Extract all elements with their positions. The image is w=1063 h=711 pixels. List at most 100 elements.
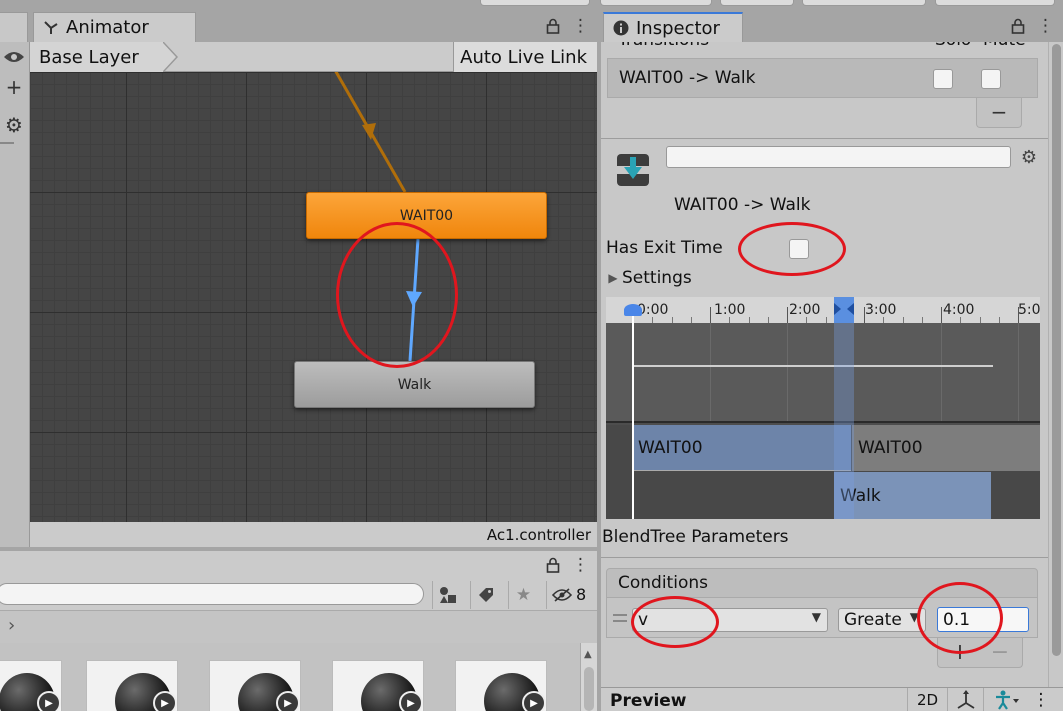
remove-condition-button[interactable]: −	[980, 638, 1020, 666]
timeline-ruler[interactable]: 0:00 1:00 2:00 3:00 4:00 5:00	[606, 297, 1040, 323]
tab-hidden[interactable]: e	[0, 12, 28, 42]
project-scrollbar[interactable]: ▲	[580, 643, 597, 711]
add-condition-button[interactable]: +	[940, 638, 980, 666]
conditions-footer: + −	[937, 638, 1023, 668]
settings-label: Settings	[622, 268, 692, 288]
has-exit-time-label: Has Exit Time	[606, 238, 723, 258]
add-icon[interactable]: +	[0, 74, 28, 100]
tick-mark	[710, 307, 711, 323]
solo-column-label: Solo	[935, 42, 971, 50]
play-icon[interactable]: ▶	[153, 691, 177, 711]
timeline-playhead[interactable]	[632, 307, 634, 519]
condition-threshold-value: 0.1	[943, 609, 971, 630]
blendtree-parameters-label: BlendTree Parameters	[602, 527, 789, 547]
toolbar-button[interactable]	[480, 0, 590, 6]
lock-icon[interactable]	[546, 16, 560, 36]
star-icon[interactable]: ★	[508, 581, 538, 609]
toolbar-button[interactable]	[802, 0, 926, 6]
play-icon[interactable]: ▶	[522, 691, 546, 711]
project-toolbar: ★ 8	[0, 581, 597, 611]
settings-foldout[interactable]: ▶ Settings	[606, 268, 692, 288]
animator-breadcrumb-bar: Base Layer Auto Live Link	[30, 42, 597, 72]
toolbar-button[interactable]	[600, 0, 712, 6]
source-clip-loop-bar: WAIT00	[852, 425, 1040, 471]
transition-overlap-band	[834, 323, 854, 519]
toolbar-button[interactable]	[720, 0, 794, 6]
condition-mode-dropdown[interactable]: Greate ▼	[838, 608, 926, 632]
playhead-handle[interactable]	[624, 304, 642, 316]
eye-slash-icon[interactable]	[546, 581, 576, 609]
transition-name-input[interactable]	[666, 146, 1011, 168]
inspector-panel: Transitions Solo Mute WAIT00 -> Walk − ⚙…	[601, 42, 1063, 711]
transition-list-row[interactable]: WAIT00 -> Walk	[607, 58, 1038, 98]
drag-handle-icon[interactable]	[613, 614, 627, 622]
tick-mark	[941, 307, 942, 323]
breadcrumb-base-layer[interactable]: Base Layer	[30, 42, 164, 72]
remove-transition-button[interactable]: −	[977, 98, 1021, 126]
tag-icon[interactable]	[470, 581, 500, 609]
pivot-icon[interactable]	[947, 688, 983, 711]
state-node-walk[interactable]: Walk	[294, 361, 535, 408]
grid-line	[941, 323, 942, 421]
tab-inspector[interactable]: Inspector	[603, 12, 743, 42]
project-scroll-thumb[interactable]	[584, 667, 594, 711]
state-node-wait[interactable]: WAIT00	[306, 192, 547, 239]
gear-icon[interactable]: ⚙	[0, 112, 28, 138]
project-header: ⋮	[0, 551, 597, 581]
asset-tile[interactable]: ▶	[455, 660, 547, 711]
conditions-header: Conditions	[606, 568, 1038, 598]
gear-icon[interactable]: ⚙	[1019, 146, 1039, 168]
transition-lines	[334, 72, 422, 362]
condition-threshold-input[interactable]: 0.1	[937, 607, 1029, 632]
inspector-window-controls: ⋮	[1011, 16, 1054, 36]
asset-tile[interactable]: ▶	[332, 660, 424, 711]
kebab-menu-icon[interactable]: ⋮	[572, 16, 589, 36]
avatar-icon[interactable]	[983, 688, 1029, 711]
kebab-menu-icon[interactable]: ⋮	[1031, 688, 1051, 711]
play-icon[interactable]: ▶	[37, 691, 61, 711]
chevron-right-icon[interactable]: ›	[8, 615, 15, 636]
animator-tab-bar: e Animator ⋮	[0, 12, 597, 42]
solo-checkbox[interactable]	[933, 69, 953, 89]
eye-icon[interactable]	[0, 44, 28, 70]
asset-tile[interactable]: ▶	[86, 660, 178, 711]
grid-line	[710, 323, 711, 421]
condition-parameter-dropdown[interactable]: v ▼	[632, 608, 828, 632]
destination-clip-bar[interactable]: Walk	[834, 472, 991, 519]
transition-asset-icon	[615, 152, 651, 188]
asset-tile[interactable]: ▶	[0, 660, 62, 711]
dropdown-arrow-icon: ▼	[811, 610, 821, 624]
preview-bar[interactable]: Preview 2D ⋮	[601, 687, 1063, 711]
source-clip-bar[interactable]: WAIT00	[633, 425, 851, 471]
toolbar-button[interactable]	[935, 0, 1055, 6]
tick-label: 1:00	[714, 302, 746, 318]
transition-timeline[interactable]: 0:00 1:00 2:00 3:00 4:00 5:00 WAIT00 WAI…	[606, 297, 1040, 519]
kebab-menu-icon[interactable]: ⋮	[572, 555, 589, 575]
project-search-input[interactable]	[0, 583, 424, 605]
play-icon[interactable]: ▶	[399, 691, 423, 711]
blend-curve-line	[633, 365, 993, 367]
scroll-up-icon[interactable]: ▲	[584, 649, 592, 660]
asset-tile[interactable]: ▶	[209, 660, 301, 711]
project-window-controls: ⋮	[546, 555, 589, 575]
cube-shapes-icon[interactable]	[432, 581, 462, 609]
auto-live-link-button[interactable]: Auto Live Link	[453, 42, 597, 72]
transition-range-marker[interactable]	[834, 297, 854, 323]
project-asset-grid: ▶ ▶ ▶ ▶ ▶	[0, 643, 580, 711]
inspector-scroll-thumb[interactable]	[1052, 44, 1061, 656]
timeline-clips-area: WAIT00 WAIT00 Walk	[606, 425, 1040, 519]
breadcrumb-label: Base Layer	[39, 46, 139, 68]
mute-checkbox[interactable]	[981, 69, 1001, 89]
transition-title: WAIT00 -> Walk	[674, 195, 811, 215]
play-icon[interactable]: ▶	[276, 691, 300, 711]
preview-2d-button[interactable]: 2D	[907, 688, 947, 711]
inspector-scrollbar[interactable]	[1048, 42, 1063, 687]
condition-mode-value: Greate	[844, 610, 902, 630]
animator-graph-canvas[interactable]: WAIT00 Walk	[30, 72, 597, 522]
kebab-menu-icon[interactable]: ⋮	[1037, 16, 1054, 36]
lock-icon[interactable]	[546, 555, 560, 575]
has-exit-time-checkbox[interactable]	[789, 239, 809, 259]
tab-animator[interactable]: Animator	[33, 12, 196, 42]
lock-icon[interactable]	[1011, 16, 1025, 36]
animator-left-rail: + ⚙	[0, 42, 30, 547]
